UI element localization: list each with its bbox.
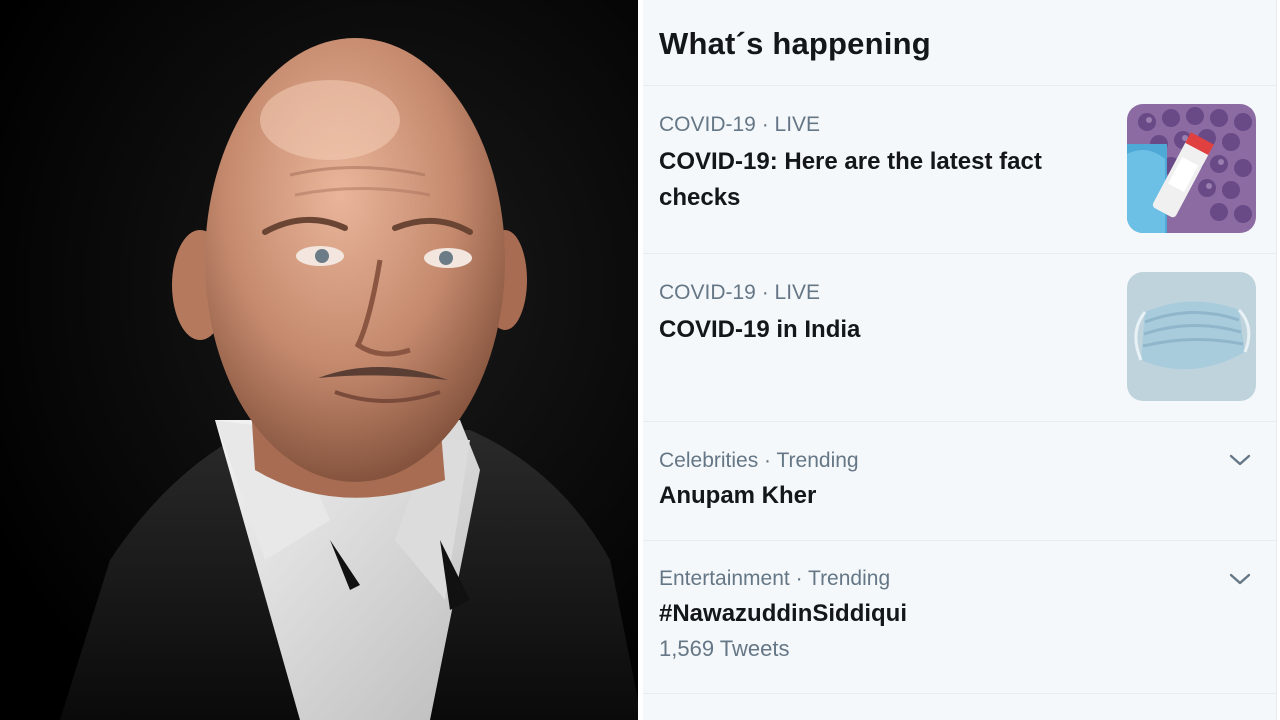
- trend-item-covid-fact-checks[interactable]: COVID-19 · LIVE COVID-19: Here are the l…: [643, 86, 1276, 254]
- virus-test-tubes-thumbnail: [1127, 104, 1256, 233]
- panel-header: What´s happening: [643, 0, 1276, 86]
- trend-meta: Entertainment · Trending: [659, 567, 891, 590]
- tweet-count: 1,569 Tweets: [659, 636, 790, 661]
- trend-name: Anupam Kher: [659, 482, 817, 509]
- trend-item-covid-india[interactable]: COVID-19 · LIVE COVID-19 in India: [643, 254, 1276, 422]
- trend-name: #NawazuddinSiddiqui: [659, 600, 908, 627]
- whats-happening-panel: What´s happening COVID-19 · LIVE COVID-1…: [643, 0, 1277, 720]
- chevron-down-icon[interactable]: [1228, 567, 1252, 591]
- portrait-illustration: [0, 0, 642, 720]
- trend-item-nawazuddin[interactable]: Entertainment · Trending #NawazuddinSidd…: [643, 541, 1276, 694]
- trend-meta: Celebrities · Trending: [659, 449, 859, 472]
- chevron-down-icon[interactable]: [1228, 448, 1252, 472]
- face-mask-thumbnail: [1127, 272, 1256, 401]
- trend-name: COVID-19: Here are the latest fact check…: [659, 148, 1042, 211]
- portrait-photo: [0, 0, 642, 720]
- trend-item-anupam-kher[interactable]: Celebrities · Trending Anupam Kher: [643, 422, 1276, 541]
- panel-title: What´s happening: [659, 26, 931, 61]
